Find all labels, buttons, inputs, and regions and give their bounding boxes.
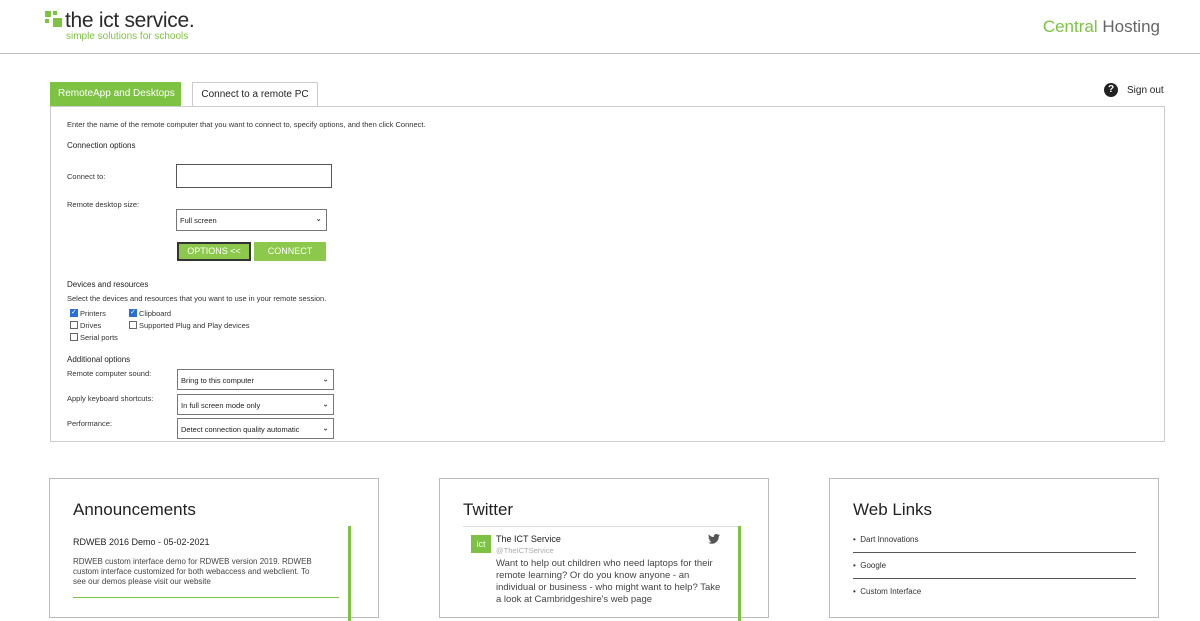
serial-ports-checkbox[interactable] — [70, 333, 78, 341]
connect-to-input[interactable] — [176, 164, 332, 188]
scrollbar[interactable] — [738, 526, 741, 621]
logo-text: the ict service. — [65, 9, 195, 32]
chevron-down-icon: ⌄ — [322, 422, 329, 432]
announcements-title: Announcements — [73, 500, 196, 519]
devices-description: Select the devices and resources that yo… — [67, 294, 327, 303]
plug-and-play-checkbox[interactable] — [129, 321, 137, 329]
divider — [73, 597, 339, 598]
weblink-item[interactable]: • Custom Interface — [853, 587, 921, 596]
chevron-down-icon: ⌄ — [322, 398, 329, 408]
devices-heading: Devices and resources — [67, 280, 149, 289]
scrollbar[interactable] — [348, 526, 351, 621]
keyboard-label: Apply keyboard shortcuts: — [67, 394, 154, 403]
clipboard-label: Clipboard — [139, 309, 172, 318]
divider — [853, 552, 1136, 553]
weblinks-title: Web Links — [853, 500, 933, 519]
tab-connect-remote-pc[interactable]: Connect to a remote PC — [192, 82, 318, 107]
keyboard-select[interactable]: In full screen mode only ⌄ — [177, 394, 334, 415]
intro-text: Enter the name of the remote computer th… — [67, 120, 426, 129]
performance-label: Performance: — [67, 419, 113, 428]
serial-ports-label: Serial ports — [80, 333, 118, 342]
tweet-handle[interactable]: @TheICTService — [496, 546, 554, 555]
remote-size-select[interactable]: Full screen ⌄ — [176, 209, 327, 231]
sound-select[interactable]: Bring to this computer ⌄ — [177, 369, 334, 390]
sign-out-link[interactable]: Sign out — [1127, 85, 1164, 96]
plug-and-play-label: Supported Plug and Play devices — [139, 321, 250, 330]
connect-button[interactable]: CONNECT — [254, 242, 326, 261]
ict-avatar[interactable]: ict — [471, 535, 491, 553]
remote-size-label: Remote desktop size: — [67, 200, 140, 209]
logo-tagline: simple solutions for schools — [66, 31, 189, 42]
chevron-down-icon: ⌄ — [322, 373, 329, 383]
sound-label: Remote computer sound: — [67, 369, 152, 378]
twitter-bird-icon[interactable] — [708, 534, 720, 544]
header: the ict service. simple solutions for sc… — [0, 0, 1200, 54]
clipboard-checkbox[interactable] — [129, 308, 137, 317]
tab-remoteapp[interactable]: RemoteApp and Desktops — [50, 82, 181, 106]
printers-label: Printers — [80, 309, 106, 318]
twitter-card: Twitter ict The ICT Service @TheICTServi… — [439, 478, 769, 621]
weblink-item[interactable]: • Dart Innovations — [853, 535, 919, 544]
divider — [463, 526, 741, 527]
performance-select[interactable]: Detect connection quality automatic ⌄ — [177, 418, 334, 439]
drives-checkbox[interactable] — [70, 321, 78, 329]
chevron-down-icon: ⌄ — [315, 213, 322, 223]
tweet-author[interactable]: The ICT Service — [496, 534, 561, 544]
tweet-text: Want to help out children who need lapto… — [496, 558, 721, 605]
connect-to-label: Connect to: — [67, 172, 106, 181]
printers-checkbox[interactable] — [70, 308, 78, 317]
connection-options-heading: Connection options — [67, 141, 136, 150]
announcement-title[interactable]: RDWEB 2016 Demo - 05-02-2021 — [73, 537, 210, 547]
drives-label: Drives — [80, 321, 102, 330]
weblink-item[interactable]: • Google — [853, 561, 886, 570]
divider — [853, 578, 1136, 579]
twitter-title: Twitter — [463, 500, 514, 519]
question-circle-icon[interactable]: ? — [1104, 83, 1118, 97]
connect-panel — [50, 106, 1165, 442]
additional-options-heading: Additional options — [67, 355, 131, 364]
central-hosting-title: Central Hosting — [1042, 17, 1160, 36]
options-button[interactable]: OPTIONS << — [177, 242, 251, 261]
announcements-card: Announcements RDWEB 2016 Demo - 05-02-20… — [49, 478, 379, 621]
weblinks-card: Web Links • Dart Innovations • Google • … — [829, 478, 1159, 618]
announcement-body: RDWEB custom interface demo for RDWEB ve… — [73, 557, 312, 586]
